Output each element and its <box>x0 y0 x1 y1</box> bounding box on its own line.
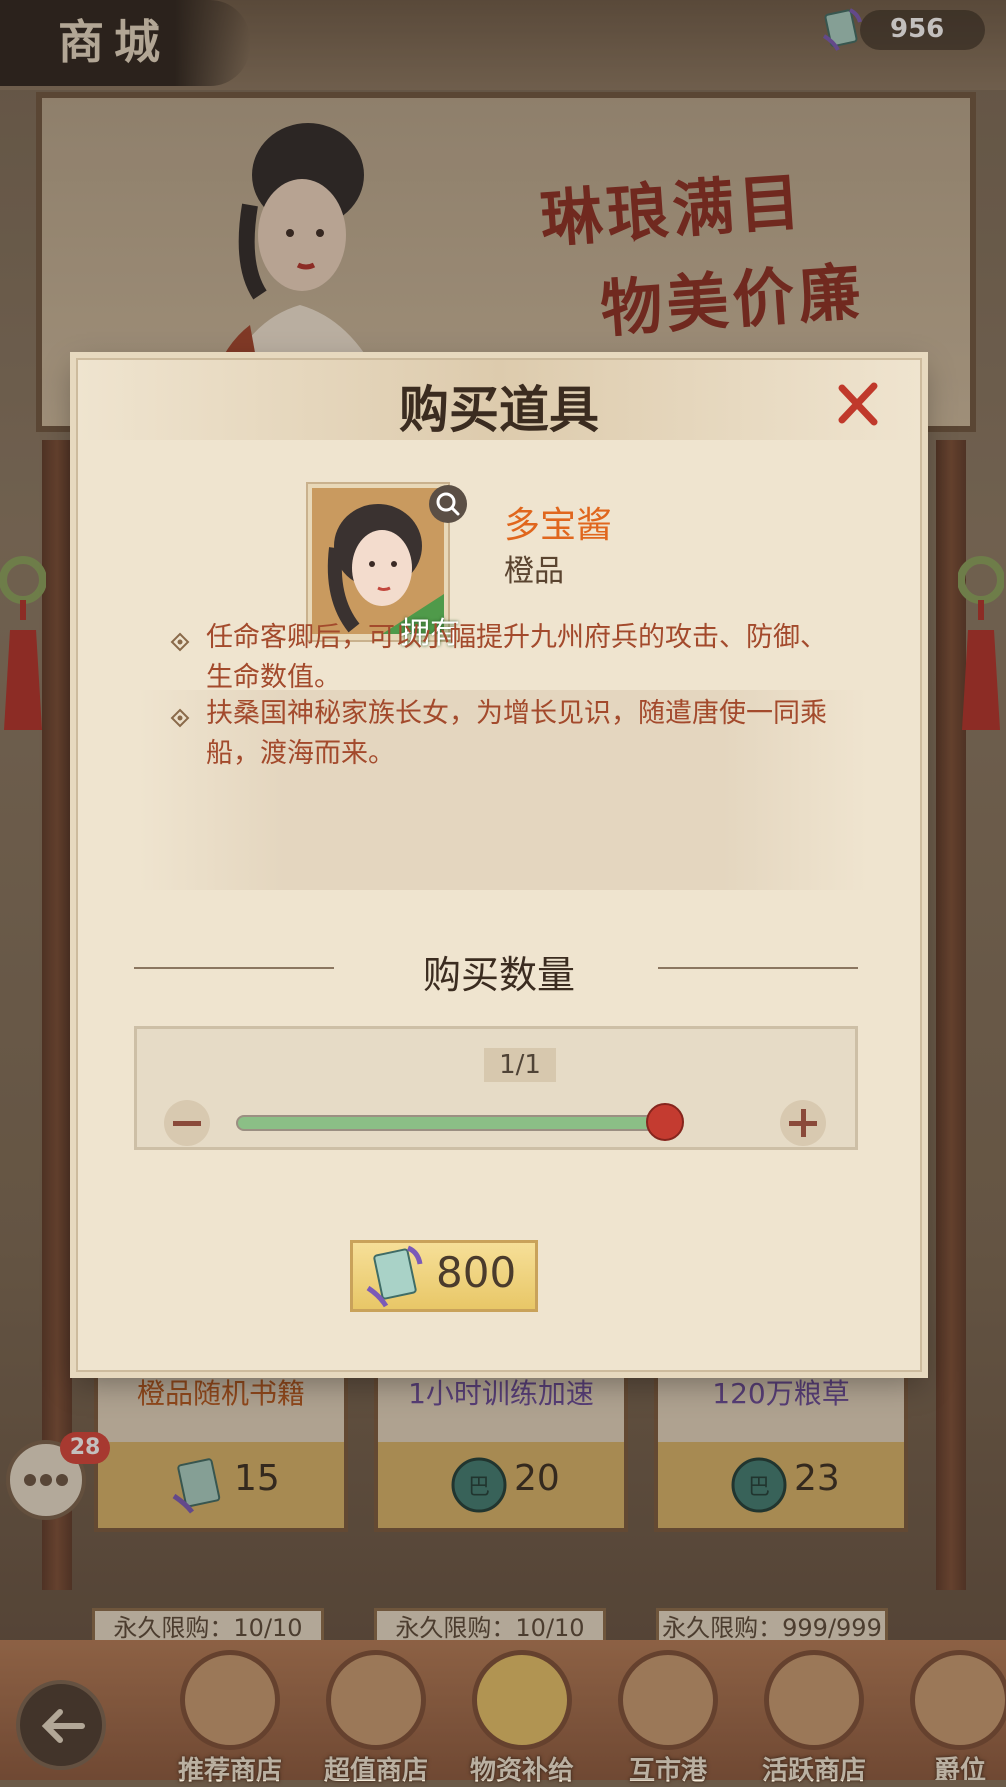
quantity-readout: 1/1 <box>499 1050 541 1080</box>
increase-button[interactable] <box>780 1100 826 1146</box>
buy-price: 800 <box>436 1248 517 1297</box>
quantity-slider-thumb[interactable] <box>646 1103 684 1141</box>
minus-icon <box>173 1121 201 1126</box>
purchase-dialog: 购买道具 拥有 多宝酱 橙品 任命客卿后，可以小幅提升九州府兵的攻击、防御、生命… <box>76 358 922 1372</box>
diamond-bullet-icon <box>170 708 190 728</box>
book-token-icon <box>366 1245 423 1308</box>
quantity-title: 购买数量 <box>422 953 575 997</box>
quantity-slider-fill <box>238 1117 658 1129</box>
dialog-title: 购买道具 <box>399 381 599 439</box>
decrease-button[interactable] <box>164 1100 210 1146</box>
description-line: 扶桑国神秘家族长女，为增长见识，随遣唐使一同乘船，渡海而来。 <box>206 698 827 769</box>
diamond-bullet-icon <box>170 632 190 652</box>
item-grade: 橙品 <box>504 554 564 589</box>
search-icon[interactable] <box>428 484 468 524</box>
description-line: 任命客卿后，可以小幅提升九州府兵的攻击、防御、生命数值。 <box>206 622 827 693</box>
plus-icon <box>789 1109 817 1137</box>
item-name: 多宝酱 <box>504 505 613 546</box>
close-button[interactable] <box>834 380 882 428</box>
quantity-panel <box>134 1026 858 1150</box>
